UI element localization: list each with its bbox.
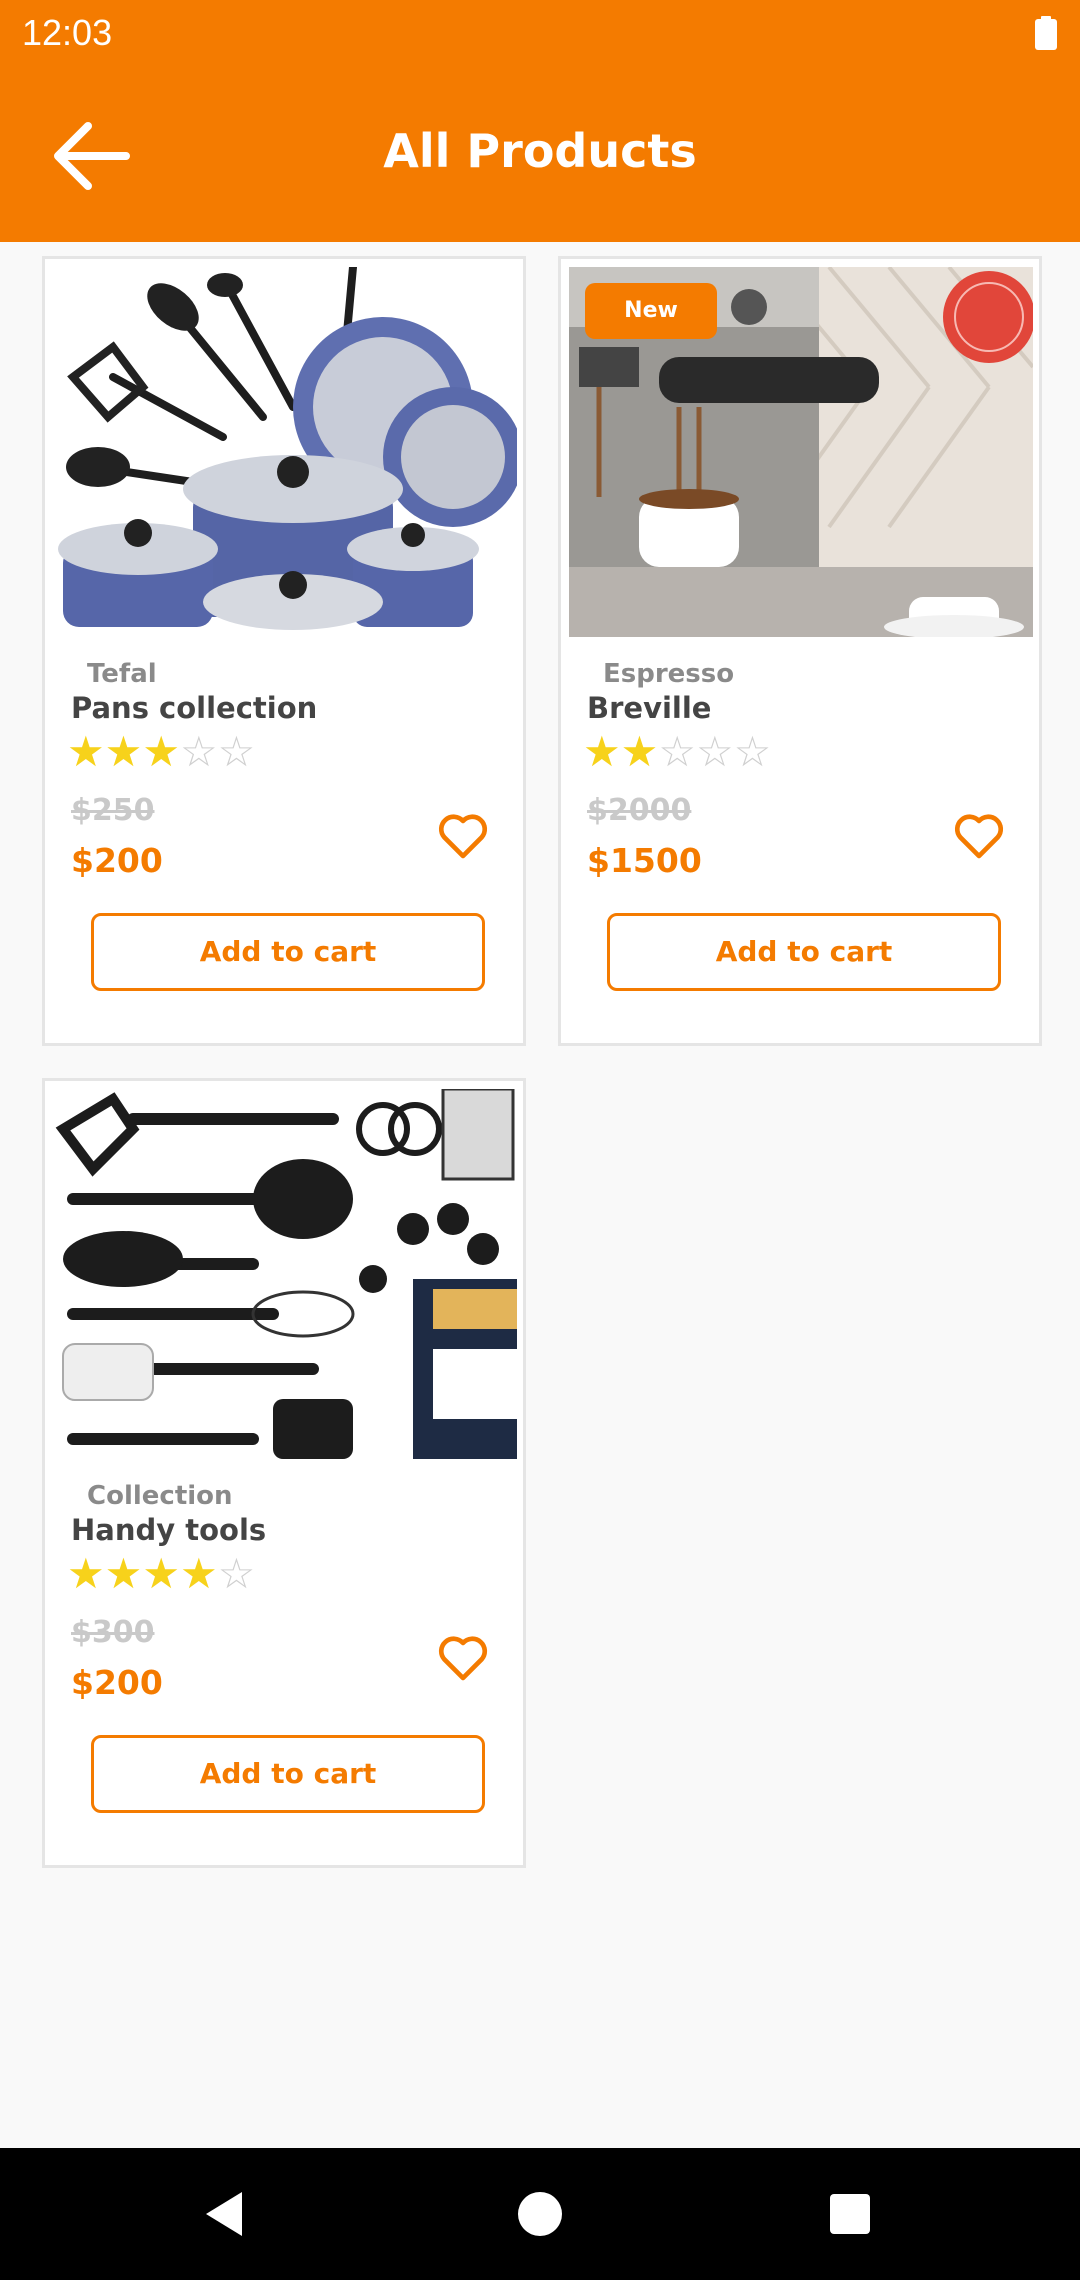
- original-price: $300: [71, 1615, 155, 1650]
- star-empty-icon: ☆: [695, 727, 734, 776]
- product-card-pans[interactable]: Tefal Pans collection ★★★☆☆ $250 $200 Ad…: [42, 256, 526, 1046]
- star-empty-icon: ☆: [658, 727, 696, 776]
- recents-square-icon[interactable]: [822, 2186, 878, 2242]
- sale-price: $200: [71, 841, 163, 880]
- add-to-cart-button[interactable]: Add to cart: [91, 1735, 485, 1813]
- product-brand: Collection: [87, 1481, 233, 1511]
- home-circle-icon[interactable]: [512, 2186, 568, 2242]
- star-empty-icon: ☆: [217, 1549, 256, 1598]
- star-empty-icon: ☆: [217, 727, 256, 776]
- battery-icon: [1035, 16, 1057, 50]
- page-title: All Products: [383, 124, 697, 178]
- status-time: 12:03: [22, 12, 113, 53]
- original-price: $250: [71, 793, 155, 828]
- product-brand: Espresso: [603, 659, 735, 689]
- rating-stars: ★★★★☆: [67, 1551, 255, 1597]
- product-name: Handy tools: [71, 1513, 267, 1547]
- product-image-handy-tools[interactable]: [53, 1089, 517, 1459]
- add-to-cart-button[interactable]: Add to cart: [607, 913, 1001, 991]
- product-name: Breville: [587, 691, 712, 725]
- star-filled-icon: ★: [67, 727, 105, 776]
- star-empty-icon: ☆: [179, 727, 218, 776]
- original-price: $2000: [587, 793, 692, 828]
- star-filled-icon: ★: [104, 727, 143, 776]
- heart-outline-icon[interactable]: [951, 807, 1007, 863]
- new-badge: New: [585, 283, 717, 339]
- heart-outline-icon[interactable]: [435, 1629, 491, 1685]
- rating-stars: ★★★☆☆: [67, 729, 255, 775]
- app-bar: All Products: [0, 66, 1080, 242]
- back-triangle-icon[interactable]: [198, 2186, 254, 2242]
- product-brand: Tefal: [87, 659, 157, 689]
- product-image-breville[interactable]: New: [569, 267, 1033, 637]
- heart-outline-icon[interactable]: [435, 807, 491, 863]
- sale-price: $200: [71, 1663, 163, 1702]
- product-name: Pans collection: [71, 691, 318, 725]
- star-filled-icon: ★: [620, 727, 659, 776]
- product-card-handy-tools[interactable]: Collection Handy tools ★★★★☆ $300 $200 A…: [42, 1078, 526, 1868]
- product-card-breville[interactable]: New Espresso Breville ★★☆☆☆ $2000 $1500 …: [558, 256, 1042, 1046]
- add-to-cart-button[interactable]: Add to cart: [91, 913, 485, 991]
- star-empty-icon: ☆: [733, 727, 772, 776]
- rating-stars: ★★☆☆☆: [583, 729, 771, 775]
- system-nav-bar: [0, 2148, 1080, 2280]
- star-filled-icon: ★: [67, 1549, 105, 1598]
- star-filled-icon: ★: [142, 1549, 180, 1598]
- star-filled-icon: ★: [583, 727, 621, 776]
- status-bar: 12:03: [0, 0, 1080, 66]
- star-filled-icon: ★: [142, 727, 180, 776]
- star-filled-icon: ★: [104, 1549, 143, 1598]
- sale-price: $1500: [587, 841, 702, 880]
- product-image-pans[interactable]: [53, 267, 517, 637]
- star-filled-icon: ★: [179, 1549, 218, 1598]
